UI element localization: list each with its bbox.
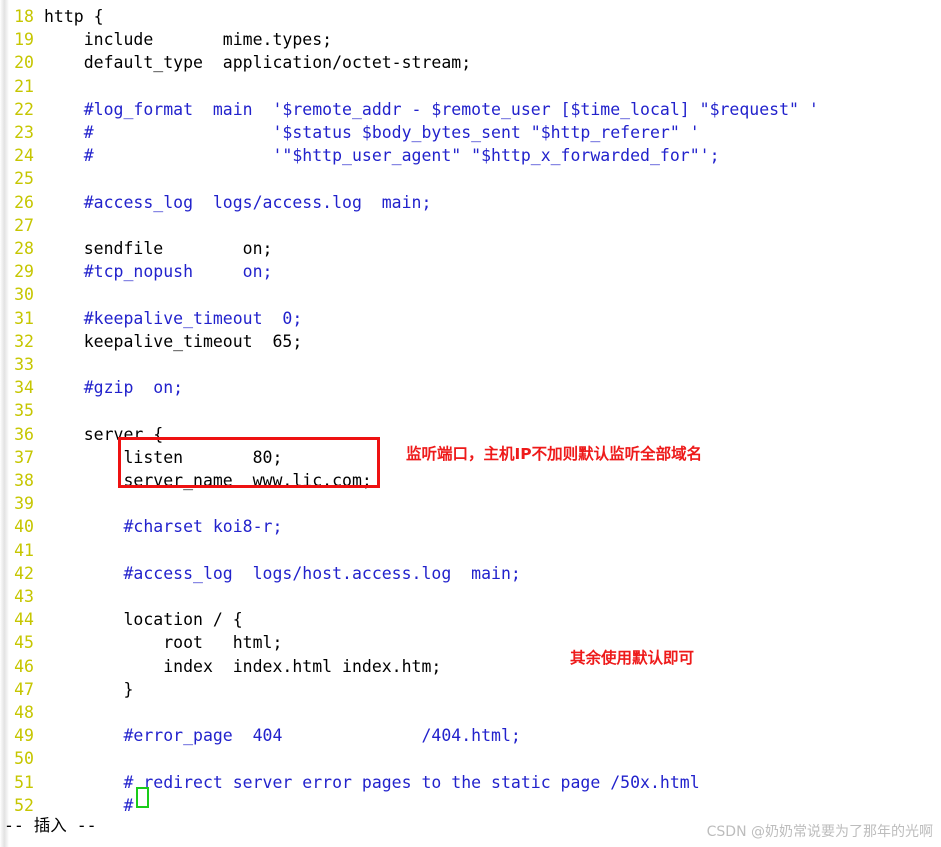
code-line[interactable]: 41 bbox=[0, 539, 941, 562]
code-comment-text: # '"$http_user_agent" "$http_x_forwarded… bbox=[44, 146, 720, 166]
code-line[interactable]: 46 index index.html index.htm; bbox=[0, 655, 941, 678]
code-line[interactable]: 47 } bbox=[0, 678, 941, 701]
code-line[interactable]: 27 bbox=[0, 214, 941, 237]
line-number: 51 bbox=[14, 772, 34, 792]
line-number: 21 bbox=[14, 76, 34, 96]
code-line[interactable]: 20 default_type application/octet-stream… bbox=[0, 51, 941, 74]
code-line[interactable]: 42 #access_log logs/host.access.log main… bbox=[0, 562, 941, 585]
line-number: 40 bbox=[14, 517, 34, 537]
code-comment-text: #access_log logs/access.log main; bbox=[44, 192, 432, 212]
code-line[interactable]: 39 bbox=[0, 492, 941, 515]
code-editor-area[interactable]: 18 http {19 include mime.types; 20 default… bbox=[0, 0, 941, 815]
line-number: 49 bbox=[14, 726, 34, 746]
line-number: 37 bbox=[14, 447, 34, 467]
line-number: 45 bbox=[14, 633, 34, 653]
line-number: 26 bbox=[14, 192, 34, 212]
line-number: 22 bbox=[14, 99, 34, 119]
line-number: 50 bbox=[14, 749, 34, 769]
code-line[interactable]: 49 #error_page 404 /404.html; bbox=[0, 724, 941, 747]
code-comment-text: #keepalive_timeout 0; bbox=[44, 308, 303, 328]
line-number: 18 bbox=[14, 7, 34, 26]
line-number: 29 bbox=[14, 262, 34, 282]
code-comment-text: #gzip on; bbox=[44, 378, 184, 398]
line-number: 36 bbox=[14, 424, 34, 444]
code-line[interactable]: 18 http { bbox=[0, 5, 941, 28]
code-text: } bbox=[44, 679, 134, 699]
line-number: 47 bbox=[14, 679, 34, 699]
code-text: server_name www.lic.com; bbox=[44, 471, 372, 490]
code-line[interactable]: 23 # '$status $body_bytes_sent "$http_re… bbox=[0, 121, 941, 144]
code-line[interactable]: 24 # '"$http_user_agent" "$http_x_forwar… bbox=[0, 144, 941, 167]
line-number: 35 bbox=[14, 401, 34, 421]
code-line[interactable]: 44 location / { bbox=[0, 608, 941, 631]
code-line[interactable]: 26 #access_log logs/access.log main; bbox=[0, 191, 941, 214]
code-text: http { bbox=[44, 7, 104, 26]
annotation-listen-port: 监听端口，主机IP不加则默认监听全部域名 bbox=[406, 445, 703, 463]
line-number: 46 bbox=[14, 656, 34, 676]
code-line[interactable]: 48 bbox=[0, 701, 941, 724]
code-text: listen 80; bbox=[44, 447, 283, 467]
code-text: include mime.types; bbox=[44, 30, 333, 50]
code-text: sendfile on; bbox=[44, 239, 273, 258]
line-number: 31 bbox=[14, 308, 34, 328]
line-number: 34 bbox=[14, 378, 34, 398]
code-line[interactable]: 35 bbox=[0, 399, 941, 422]
code-text: index index.html index.htm; bbox=[44, 656, 442, 676]
code-line[interactable]: 34 #gzip on; bbox=[0, 376, 941, 399]
code-line[interactable]: 25 bbox=[0, 167, 941, 190]
code-line[interactable]: 22 #log_format main '$remote_addr - $rem… bbox=[0, 98, 941, 121]
code-text: location / { bbox=[44, 610, 243, 630]
line-number: 24 bbox=[14, 146, 34, 166]
code-line[interactable]: 32 keepalive_timeout 65; bbox=[0, 330, 941, 353]
code-comment-text: #charset koi8-r; bbox=[44, 517, 283, 537]
code-line[interactable]: 50 bbox=[0, 747, 941, 770]
code-line[interactable]: 33 bbox=[0, 353, 941, 376]
line-number: 28 bbox=[14, 239, 34, 258]
line-number: 27 bbox=[14, 215, 34, 235]
line-number: 20 bbox=[14, 53, 34, 73]
vim-status-line: -- 插入 -- bbox=[4, 816, 97, 835]
vim-block-cursor bbox=[136, 787, 149, 808]
line-number: 33 bbox=[14, 355, 34, 374]
code-text: root html; bbox=[44, 633, 283, 653]
line-number: 32 bbox=[14, 331, 34, 351]
code-line[interactable]: 45 root html; bbox=[0, 631, 941, 654]
line-number: 41 bbox=[14, 540, 34, 560]
line-number: 43 bbox=[14, 587, 34, 606]
code-line[interactable]: 43 bbox=[0, 585, 941, 608]
code-text: server { bbox=[44, 424, 164, 444]
annotation-use-defaults: 其余使用默认即可 bbox=[570, 649, 695, 667]
line-number: 25 bbox=[14, 169, 34, 189]
code-line[interactable]: 19 include mime.types; bbox=[0, 28, 941, 51]
code-comment-text: # '$status $body_bytes_sent "$http_refer… bbox=[44, 123, 700, 142]
code-comment-text: #access_log logs/host.access.log main; bbox=[44, 563, 521, 583]
code-comment-text: #log_format main '$remote_addr - $remote… bbox=[44, 99, 819, 119]
line-number: 19 bbox=[14, 30, 34, 50]
line-number: 44 bbox=[14, 610, 34, 630]
line-number: 39 bbox=[14, 494, 34, 514]
code-line[interactable]: 28 sendfile on; bbox=[0, 237, 941, 260]
line-number: 38 bbox=[14, 471, 34, 490]
code-comment-text: #error_page 404 /404.html; bbox=[44, 726, 521, 746]
code-line[interactable]: 38 server_name www.lic.com; bbox=[0, 469, 941, 492]
code-line[interactable]: 40 #charset koi8-r; bbox=[0, 515, 941, 538]
line-number: 23 bbox=[14, 123, 34, 142]
code-text: default_type application/octet-stream; bbox=[44, 53, 472, 73]
code-line[interactable]: 29 #tcp_nopush on; bbox=[0, 260, 941, 283]
code-line[interactable]: 21 bbox=[0, 75, 941, 98]
line-number: 30 bbox=[14, 285, 34, 305]
code-line[interactable]: 30 bbox=[0, 283, 941, 306]
csdn-watermark: CSDN @奶奶常说要为了那年的光啊 bbox=[706, 824, 933, 840]
code-comment-text: #tcp_nopush on; bbox=[44, 262, 273, 282]
code-text: keepalive_timeout 65; bbox=[44, 331, 303, 351]
code-line[interactable]: 31 #keepalive_timeout 0; bbox=[0, 307, 941, 330]
line-number: 48 bbox=[14, 703, 34, 722]
line-number: 42 bbox=[14, 563, 34, 583]
